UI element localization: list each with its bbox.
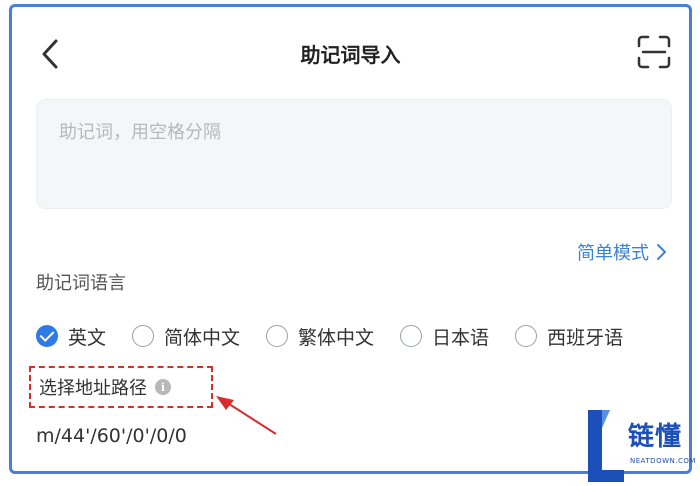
chevron-right-icon: [657, 244, 666, 260]
simple-mode-link[interactable]: 简单模式: [577, 239, 667, 265]
info-icon[interactable]: i: [155, 379, 171, 395]
app-frame: 助记词导入 简单模式 助记词语言 英文 简体中文: [9, 4, 692, 474]
scan-icon: [637, 35, 671, 69]
page-title: 助记词导入: [300, 43, 401, 67]
language-option-japanese[interactable]: 日本语: [400, 323, 489, 350]
language-option-traditional-chinese[interactable]: 繁体中文: [266, 323, 374, 350]
language-option-simplified-chinese[interactable]: 简体中文: [132, 323, 240, 350]
path-section-label: 选择地址路径 i: [29, 366, 213, 408]
language-option-label: 繁体中文: [298, 326, 375, 349]
header: 助记词导入: [12, 7, 689, 97]
language-options: 英文 简体中文 繁体中文 日本语 西班牙语: [36, 320, 649, 352]
watermark-logo: 链懂 NEATDOWN.COM: [584, 410, 700, 486]
language-option-label: 英文: [68, 326, 107, 349]
path-label-text: 选择地址路径: [39, 378, 147, 399]
mnemonic-input[interactable]: [36, 99, 672, 209]
annotation-arrow: [216, 396, 277, 435]
derivation-path-value: m/44'/60'/0'/0/0: [36, 425, 187, 447]
language-option-label: 简体中文: [164, 326, 241, 349]
radio-checked-icon: [36, 325, 58, 347]
logo-mark-icon: [588, 410, 624, 482]
simple-mode-label: 简单模式: [577, 243, 649, 264]
watermark-text: 链懂: [628, 422, 683, 452]
language-option-english[interactable]: 英文: [36, 323, 106, 350]
radio-unchecked-icon: [515, 325, 538, 347]
language-option-spanish[interactable]: 西班牙语: [515, 323, 623, 350]
watermark-subtext: NEATDOWN.COM: [630, 457, 696, 465]
radio-unchecked-icon: [132, 325, 155, 347]
language-option-label: 西班牙语: [547, 326, 624, 349]
radio-unchecked-icon: [400, 325, 423, 347]
language-option-label: 日本语: [432, 326, 490, 349]
radio-unchecked-icon: [266, 325, 289, 347]
language-section-label: 助记词语言: [36, 273, 126, 294]
scan-button[interactable]: [637, 35, 671, 69]
